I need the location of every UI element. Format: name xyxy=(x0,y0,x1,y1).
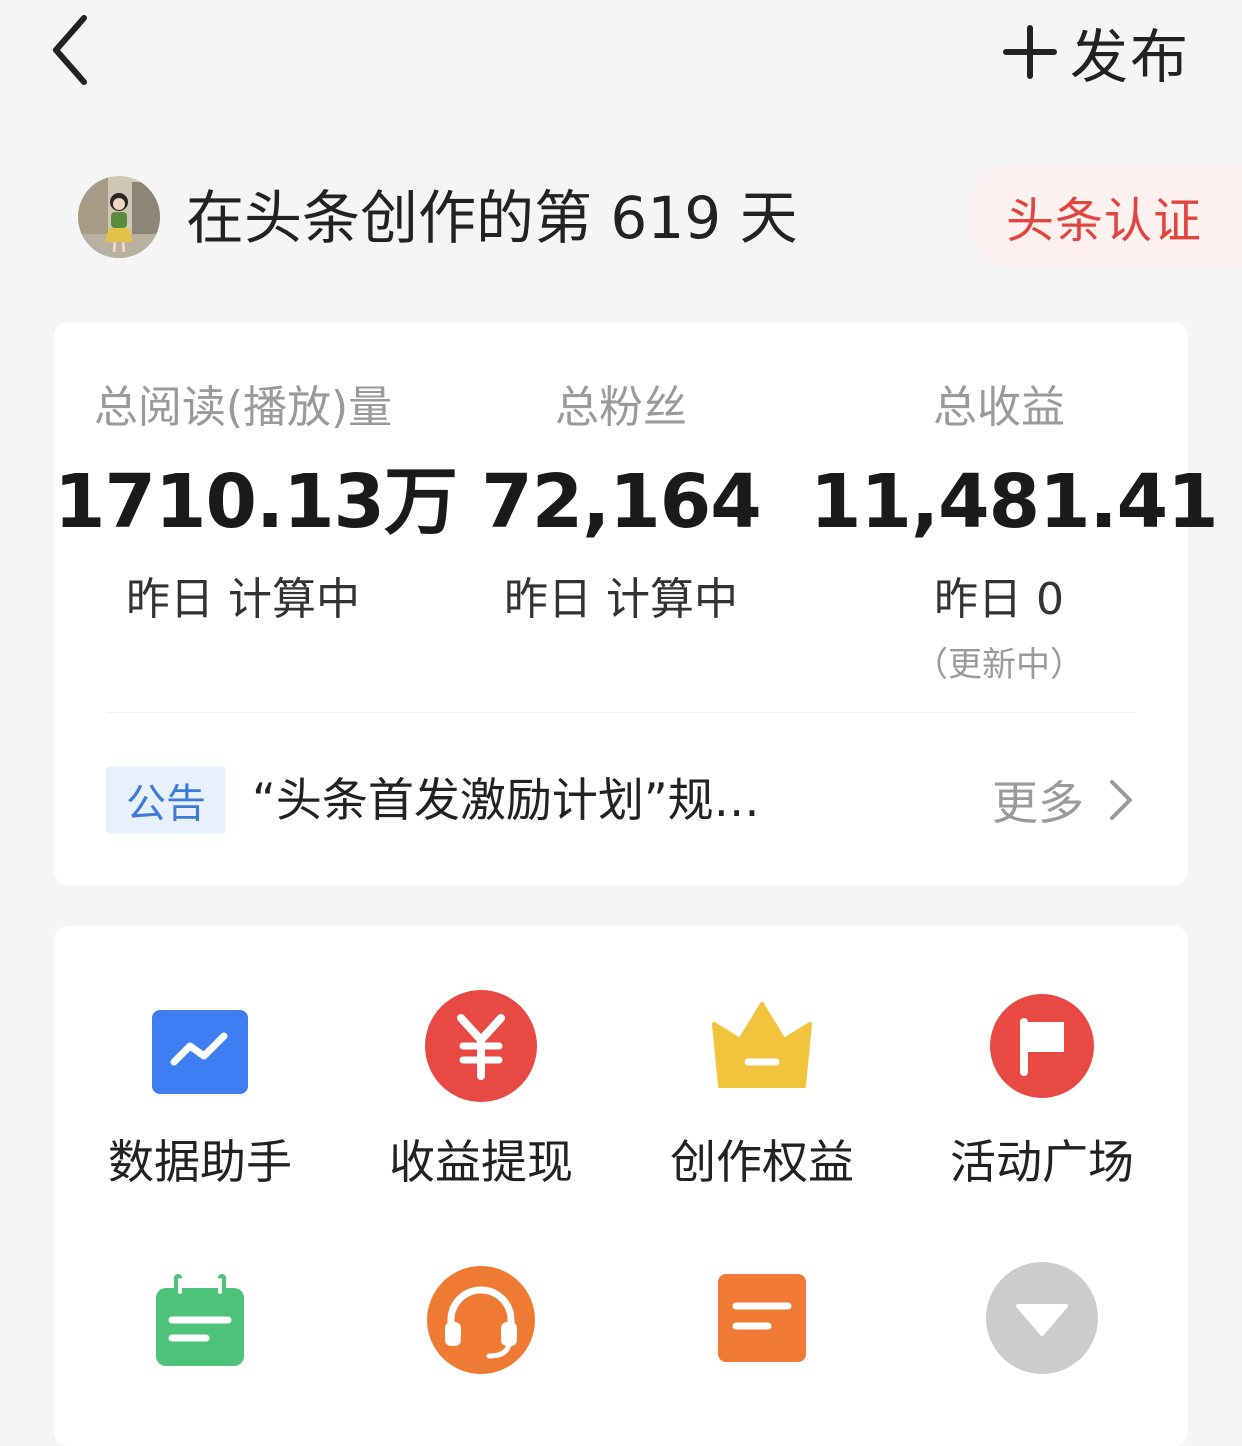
flag-icon xyxy=(990,994,1094,1098)
divider xyxy=(106,712,1136,713)
plus-icon xyxy=(1002,25,1057,79)
top-bar: 发布 xyxy=(0,0,1242,110)
stat-yesterday: 昨日 计算中 xyxy=(126,574,360,625)
certification-badge[interactable]: 头条认证 xyxy=(966,166,1242,266)
notice-bar: 公告 “头条首发激励计划”规则升... 更多 xyxy=(106,766,1136,836)
back-button[interactable] xyxy=(40,10,110,90)
tool-label: 收益提现 xyxy=(389,1135,573,1189)
publish-button[interactable]: 发布 xyxy=(1002,14,1190,91)
tool-data-assistant[interactable]: 数据助手 xyxy=(80,990,320,1200)
creation-days-text: 在头条创作的第 619 天 xyxy=(186,184,798,252)
tool-income-withdraw[interactable]: 收益提现 xyxy=(361,990,601,1200)
tool-customer-service[interactable] xyxy=(361,1266,601,1426)
stat-label: 总阅读(播放)量 xyxy=(93,382,393,433)
stat-label: 总粉丝 xyxy=(555,382,687,433)
document-icon xyxy=(718,1274,806,1362)
tools-card: 数据助手 收益提现 创作权益 活动广场 xyxy=(54,926,1188,1446)
publish-label: 发布 xyxy=(1069,23,1190,91)
profile-row: 在头条创作的第 619 天 头条认证 xyxy=(0,160,1242,280)
avatar[interactable] xyxy=(78,176,160,258)
notice-more-link[interactable]: 更多 xyxy=(992,766,1136,834)
stat-value: 11,481.41 xyxy=(810,459,1219,545)
tool-activity-square[interactable]: 活动广场 xyxy=(922,990,1162,1200)
chevron-left-icon xyxy=(53,15,87,85)
expand-down-icon xyxy=(986,1262,1098,1374)
tool-label: 数据助手 xyxy=(108,1135,292,1189)
yuan-icon xyxy=(425,990,537,1102)
stat-update-note: （更新中） xyxy=(914,645,1084,685)
stat-yesterday: 昨日 计算中 xyxy=(504,574,738,625)
tool-expand-more[interactable] xyxy=(922,1262,1162,1426)
avatar-image xyxy=(78,176,160,258)
notice-tag: 公告 xyxy=(106,766,226,834)
crown-icon xyxy=(712,1002,812,1088)
headset-icon xyxy=(427,1266,535,1374)
certification-label: 头条认证 xyxy=(1006,193,1203,249)
tool-label: 创作权益 xyxy=(670,1135,854,1189)
tool-creator-rights[interactable]: 创作权益 xyxy=(642,990,882,1200)
stat-value: 72,164 xyxy=(481,459,762,545)
tool-calendar[interactable] xyxy=(80,1266,320,1426)
tool-document[interactable] xyxy=(642,1266,882,1426)
notice-more-label: 更多 xyxy=(992,776,1084,830)
notice-text[interactable]: “头条首发激励计划”规则升... xyxy=(252,770,792,830)
stat-label: 总收益 xyxy=(933,382,1065,433)
calendar-icon xyxy=(156,1274,244,1366)
stats-card: 总阅读(播放)量 1710.13万 昨日 计算中 总粉丝 72,164 昨日 计… xyxy=(54,322,1219,885)
stat-value: 1710.13万 xyxy=(54,459,458,545)
chevron-right-icon xyxy=(1110,780,1132,820)
stat-yesterday: 昨日 0 xyxy=(934,574,1064,625)
chart-trend-icon xyxy=(152,1010,248,1094)
tool-label: 活动广场 xyxy=(950,1135,1134,1189)
